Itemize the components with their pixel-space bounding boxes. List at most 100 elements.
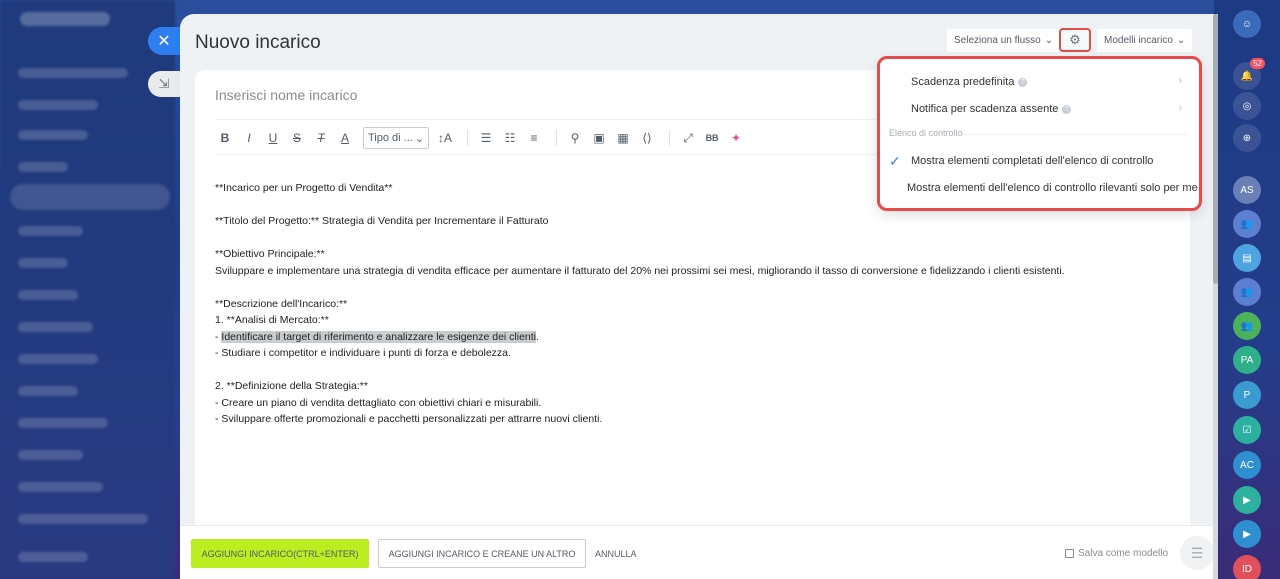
task-name-input[interactable]: Inserisci nome incarico bbox=[215, 87, 357, 103]
sidebar-item bbox=[18, 226, 83, 236]
help-icon[interactable]: ? bbox=[1062, 104, 1072, 114]
text-line: **Titolo del Progetto:** Strategia di Ve… bbox=[215, 215, 549, 227]
chat-button[interactable]: ▤ bbox=[1233, 244, 1261, 272]
checkbox-icon bbox=[1065, 549, 1074, 558]
minimize-icon: ⇲ bbox=[158, 76, 170, 91]
close-panel-button[interactable]: ✕ bbox=[148, 27, 180, 55]
sidebar-item bbox=[18, 514, 148, 524]
chat-icon: ▤ bbox=[1242, 252, 1252, 264]
sidebar-item bbox=[18, 552, 88, 562]
avatar-initials: PA bbox=[1240, 354, 1254, 366]
link-button[interactable]: ⚲ bbox=[565, 127, 585, 149]
add-and-create-another-button[interactable]: AGGIUNGI INCARICO E CREANE UN ALTRO bbox=[378, 539, 586, 568]
copilot-button[interactable]: ◎ bbox=[1233, 92, 1261, 120]
templates-select-label: Modelli incarico bbox=[1104, 35, 1173, 46]
paragraph-type-label: Tipo di ... bbox=[368, 132, 413, 144]
search-icon: ⊕ bbox=[1242, 132, 1252, 144]
chevron-down-icon: ⌄ bbox=[1044, 35, 1054, 46]
chevron-down-icon: ⌄ bbox=[414, 132, 425, 145]
italic-button[interactable]: I bbox=[239, 127, 259, 149]
sidebar-item bbox=[18, 482, 103, 492]
text-line-highlighted: - Identificare il target di riferimento … bbox=[215, 329, 1175, 346]
scrollbar-thumb[interactable] bbox=[1213, 14, 1218, 284]
avatar-initials: AC bbox=[1240, 459, 1254, 471]
save-as-template-checkbox[interactable]: Salva come modello bbox=[1065, 539, 1168, 568]
align-button[interactable]: ≡ bbox=[524, 127, 544, 149]
toolbar-separator bbox=[467, 130, 469, 146]
video-call-button[interactable]: ▶ bbox=[1233, 486, 1261, 514]
flow-select[interactable]: Seleziona un flusso ⌄ bbox=[947, 29, 1061, 52]
text-line: - Creare un piano di vendita dettagliato… bbox=[215, 396, 542, 409]
more-menu-button[interactable]: ☰ bbox=[1180, 536, 1213, 570]
menu-item-label: Notifica per scadenza assente bbox=[911, 103, 1059, 115]
menu-item-missing-deadline[interactable]: Notifica per scadenza assente ? bbox=[911, 103, 1072, 115]
paragraph-type-select[interactable]: Tipo di ... ⌄ bbox=[363, 127, 430, 149]
numbered-list-button[interactable]: ☰ bbox=[476, 127, 496, 149]
menu-item-default-deadline[interactable]: Scadenza predefinita ? bbox=[911, 76, 1028, 88]
menu-section-title: Elenco di controllo bbox=[889, 128, 963, 138]
help-icon[interactable]: ? bbox=[1018, 77, 1028, 87]
menu-item-label: Scadenza predefinita bbox=[911, 76, 1015, 88]
menu-item-label: Mostra elementi completati dell'elenco d… bbox=[911, 155, 1154, 167]
sidebar-item bbox=[18, 322, 93, 332]
sidebar-item bbox=[18, 162, 68, 172]
text-line: - Studiare i competitor e individuare i … bbox=[215, 347, 511, 359]
bullet-list-button[interactable]: ☷ bbox=[500, 127, 520, 149]
notifications-button[interactable]: 🔔 52 bbox=[1233, 58, 1265, 90]
sidebar-item bbox=[18, 354, 98, 364]
hamburger-icon: ☰ bbox=[1190, 544, 1204, 561]
code-icon: ⟨⟩ bbox=[642, 131, 652, 145]
sidebar-item bbox=[18, 418, 108, 428]
minimize-panel-button[interactable]: ⇲ bbox=[148, 71, 180, 97]
sidebar-item bbox=[18, 290, 78, 300]
bold-button[interactable]: B bbox=[215, 127, 235, 149]
group-chat-button[interactable]: 👥 bbox=[1233, 312, 1261, 340]
text-color-button[interactable]: A bbox=[335, 127, 355, 149]
user-avatar[interactable]: ☺ bbox=[1233, 10, 1261, 38]
avatar-pa[interactable]: PA bbox=[1233, 346, 1261, 374]
cancel-button[interactable]: ANNULLA bbox=[595, 539, 637, 568]
text-line: 2. **Definizione della Strategia:** bbox=[215, 380, 368, 392]
close-icon: ✕ bbox=[157, 33, 171, 50]
task-description[interactable]: **Incarico per un Progetto di Vendita** … bbox=[215, 180, 1175, 428]
panel-footer: AGGIUNGI INCARICO(CTRL+ENTER) AGGIUNGI I… bbox=[180, 525, 1213, 579]
settings-button[interactable]: ⚙ bbox=[1059, 28, 1091, 52]
underline-button[interactable]: U bbox=[263, 127, 283, 149]
video-icon: ▶ bbox=[1243, 528, 1251, 540]
avatar-as[interactable]: AS bbox=[1233, 176, 1261, 204]
toolbar-separator bbox=[669, 130, 671, 146]
menu-item-show-relevant[interactable]: Mostra elementi dell'elenco di controllo… bbox=[907, 182, 1198, 194]
templates-select[interactable]: Modelli incarico ⌄ bbox=[1097, 29, 1193, 52]
clear-format-button[interactable]: T bbox=[311, 127, 331, 149]
table-button[interactable]: ▦ bbox=[613, 127, 633, 149]
expand-icon: ⤢ bbox=[683, 130, 693, 145]
align-left-icon: ≡ bbox=[530, 131, 538, 145]
save-template-label: Salva come modello bbox=[1078, 548, 1169, 559]
avatar-icon: ☺ bbox=[1241, 18, 1253, 30]
avatar-p[interactable]: P bbox=[1233, 381, 1261, 409]
right-sidebar: ☺ 🔔 52 ◎ ⊕ AS 👥 ▤ 👥 👥 PA P ☑ AC ▶ ▶ ID bbox=[1214, 0, 1280, 579]
text-line: **Obiettivo Principale:** bbox=[215, 248, 325, 260]
font-size-button[interactable]: ↕A bbox=[435, 127, 455, 149]
text-line: - Sviluppare offerte promozionali e pacc… bbox=[215, 413, 603, 425]
strikethrough-button[interactable]: S bbox=[287, 127, 307, 149]
avatar-ac[interactable]: AC bbox=[1233, 451, 1261, 479]
bbcode-button[interactable]: BB bbox=[702, 127, 722, 149]
add-task-button[interactable]: AGGIUNGI INCARICO(CTRL+ENTER) bbox=[191, 539, 369, 568]
avatar-id[interactable]: ID bbox=[1233, 555, 1261, 579]
spiral-icon: ◎ bbox=[1242, 100, 1252, 112]
group-chat-button[interactable]: 👥 bbox=[1233, 210, 1261, 238]
menu-item-show-completed[interactable]: Mostra elementi completati dell'elenco d… bbox=[911, 155, 1153, 167]
code-button[interactable]: ⟨⟩ bbox=[637, 127, 657, 149]
checkbox-icon: ☑ bbox=[1242, 424, 1252, 436]
text-line: 1. **Analisi di Mercato:** bbox=[215, 314, 329, 326]
group-chat-button[interactable]: 👥 bbox=[1233, 278, 1261, 306]
copilot-image-button[interactable]: ✦ bbox=[726, 127, 746, 149]
search-button[interactable]: ⊕ bbox=[1233, 124, 1261, 152]
fullscreen-button[interactable]: ⤢ bbox=[678, 127, 698, 149]
tasks-button[interactable]: ☑ bbox=[1233, 416, 1261, 444]
video-call-button[interactable]: ▶ bbox=[1233, 520, 1261, 548]
image-button[interactable]: ▣ bbox=[589, 127, 609, 149]
sidebar-item bbox=[18, 450, 83, 460]
